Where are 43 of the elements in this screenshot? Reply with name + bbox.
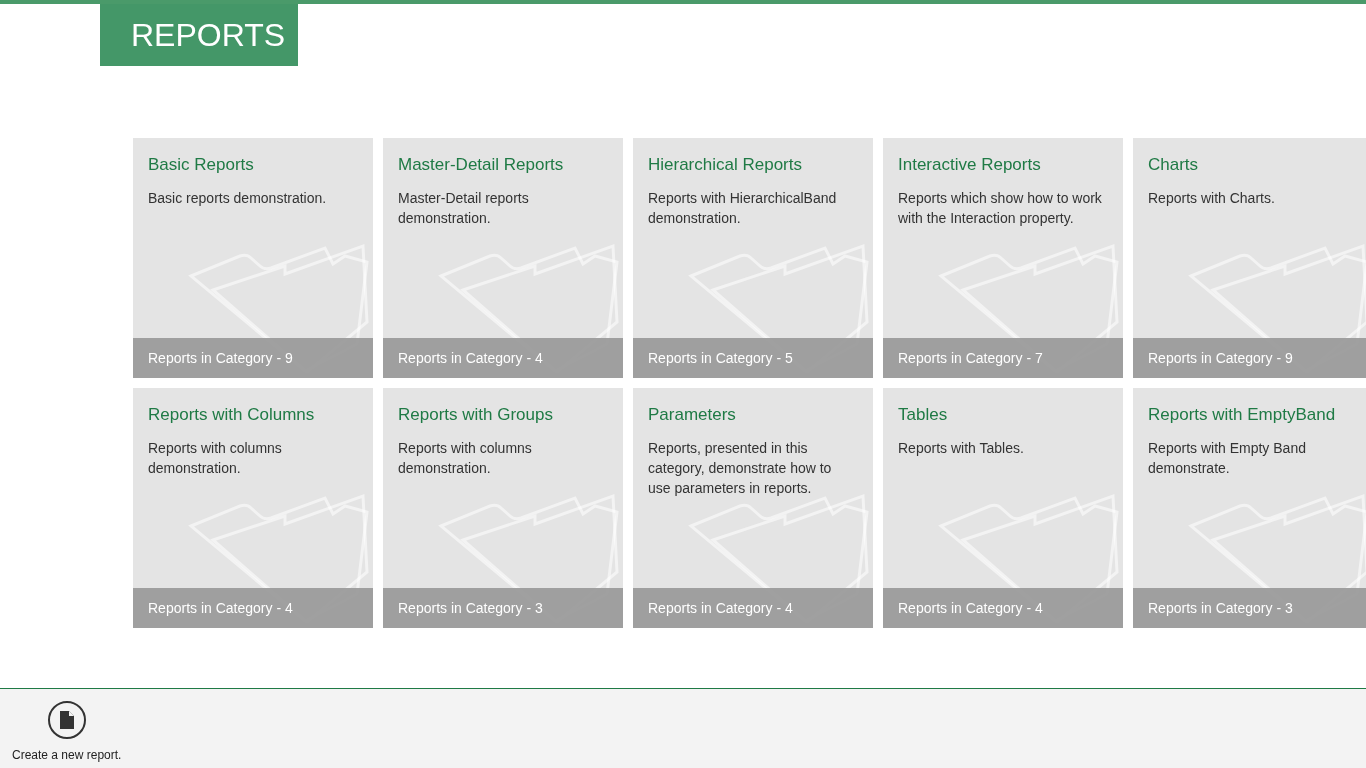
tile-title: Master-Detail Reports bbox=[398, 154, 565, 176]
tile-footer: Reports in Category - 3 bbox=[383, 588, 623, 628]
category-tile[interactable]: Reports with EmptyBand Reports with Empty Band demonstrate. Reports in Category - 3 bbox=[1133, 388, 1366, 628]
tile-description: Reports with columns demonstration. bbox=[398, 439, 533, 478]
category-tile[interactable]: Charts Reports with Charts. Reports in Category - 9 bbox=[1133, 138, 1366, 378]
tile-footer: Reports in Category - 3 bbox=[1133, 588, 1366, 628]
tile-footer: Reports in Category - 9 bbox=[1133, 338, 1366, 378]
tile-description: Reports with columns demonstration. bbox=[148, 439, 283, 478]
tile-footer: Reports in Category - 7 bbox=[883, 338, 1123, 378]
tile-description: Reports which show how to work with the Interaction property. bbox=[898, 189, 1103, 228]
tile-description: Reports with HierarchicalBand demonstration. bbox=[648, 189, 838, 228]
category-tile[interactable]: Basic Reports Basic reports demonstration. Reports in Category - 9 bbox=[133, 138, 373, 378]
tile-footer: Reports in Category - 4 bbox=[133, 588, 373, 628]
tile-title: Hierarchical Reports bbox=[648, 154, 803, 176]
category-tile[interactable]: Tables Reports with Tables. Reports in Category - 4 bbox=[883, 388, 1123, 628]
tile-footer: Reports in Category - 4 bbox=[383, 338, 623, 378]
category-tile[interactable]: Hierarchical Reports Reports with HierarchicalBand demonstration. Reports in Category - 5 bbox=[633, 138, 873, 378]
category-tile[interactable]: Parameters Reports, presented in this category, demonstrate how to use parameters in reports. Reports in Category - 4 bbox=[633, 388, 873, 628]
tile-footer: Reports in Category - 9 bbox=[133, 338, 373, 378]
tile-description: Reports, presented in this category, demonstrate how to use parameters in reports. bbox=[648, 439, 833, 498]
tile-title: Parameters bbox=[648, 404, 737, 426]
category-tile[interactable]: Reports with Columns Reports with columns demonstration. Reports in Category - 4 bbox=[133, 388, 373, 628]
tile-title: Interactive Reports bbox=[898, 154, 1042, 176]
tile-title: Reports with Groups bbox=[398, 404, 554, 426]
category-tile[interactable]: Interactive Reports Reports which show how to work with the Interaction property. Reports in Category - 7 bbox=[883, 138, 1123, 378]
document-icon bbox=[47, 701, 86, 739]
tile-title: Tables bbox=[898, 404, 949, 426]
tile-footer: Reports in Category - 4 bbox=[883, 588, 1123, 628]
tile-footer: Reports in Category - 5 bbox=[633, 338, 873, 378]
tile-title: Reports with Columns bbox=[148, 404, 316, 426]
tile-description: Basic reports demonstration. bbox=[148, 189, 328, 208]
tile-footer: Reports in Category - 4 bbox=[633, 588, 873, 628]
tile-title: Charts bbox=[1148, 154, 1200, 176]
new-report-button[interactable]: Create a new report. bbox=[12, 701, 122, 763]
tile-description: Reports with Empty Band demonstrate. bbox=[1148, 439, 1307, 478]
page-title: REPORTS bbox=[100, 4, 298, 66]
category-tile[interactable]: Master-Detail Reports Master-Detail reports demonstration. Reports in Category - 4 bbox=[383, 138, 623, 378]
tile-title: Reports with EmptyBand bbox=[1148, 404, 1337, 426]
category-tile[interactable]: Reports with Groups Reports with columns demonstration. Reports in Category - 3 bbox=[383, 388, 623, 628]
tile-description: Reports with Tables. bbox=[898, 439, 1025, 458]
tile-description: Master-Detail reports demonstration. bbox=[398, 189, 530, 228]
tile-title: Basic Reports bbox=[148, 154, 255, 176]
tile-description: Reports with Charts. bbox=[1148, 189, 1276, 208]
